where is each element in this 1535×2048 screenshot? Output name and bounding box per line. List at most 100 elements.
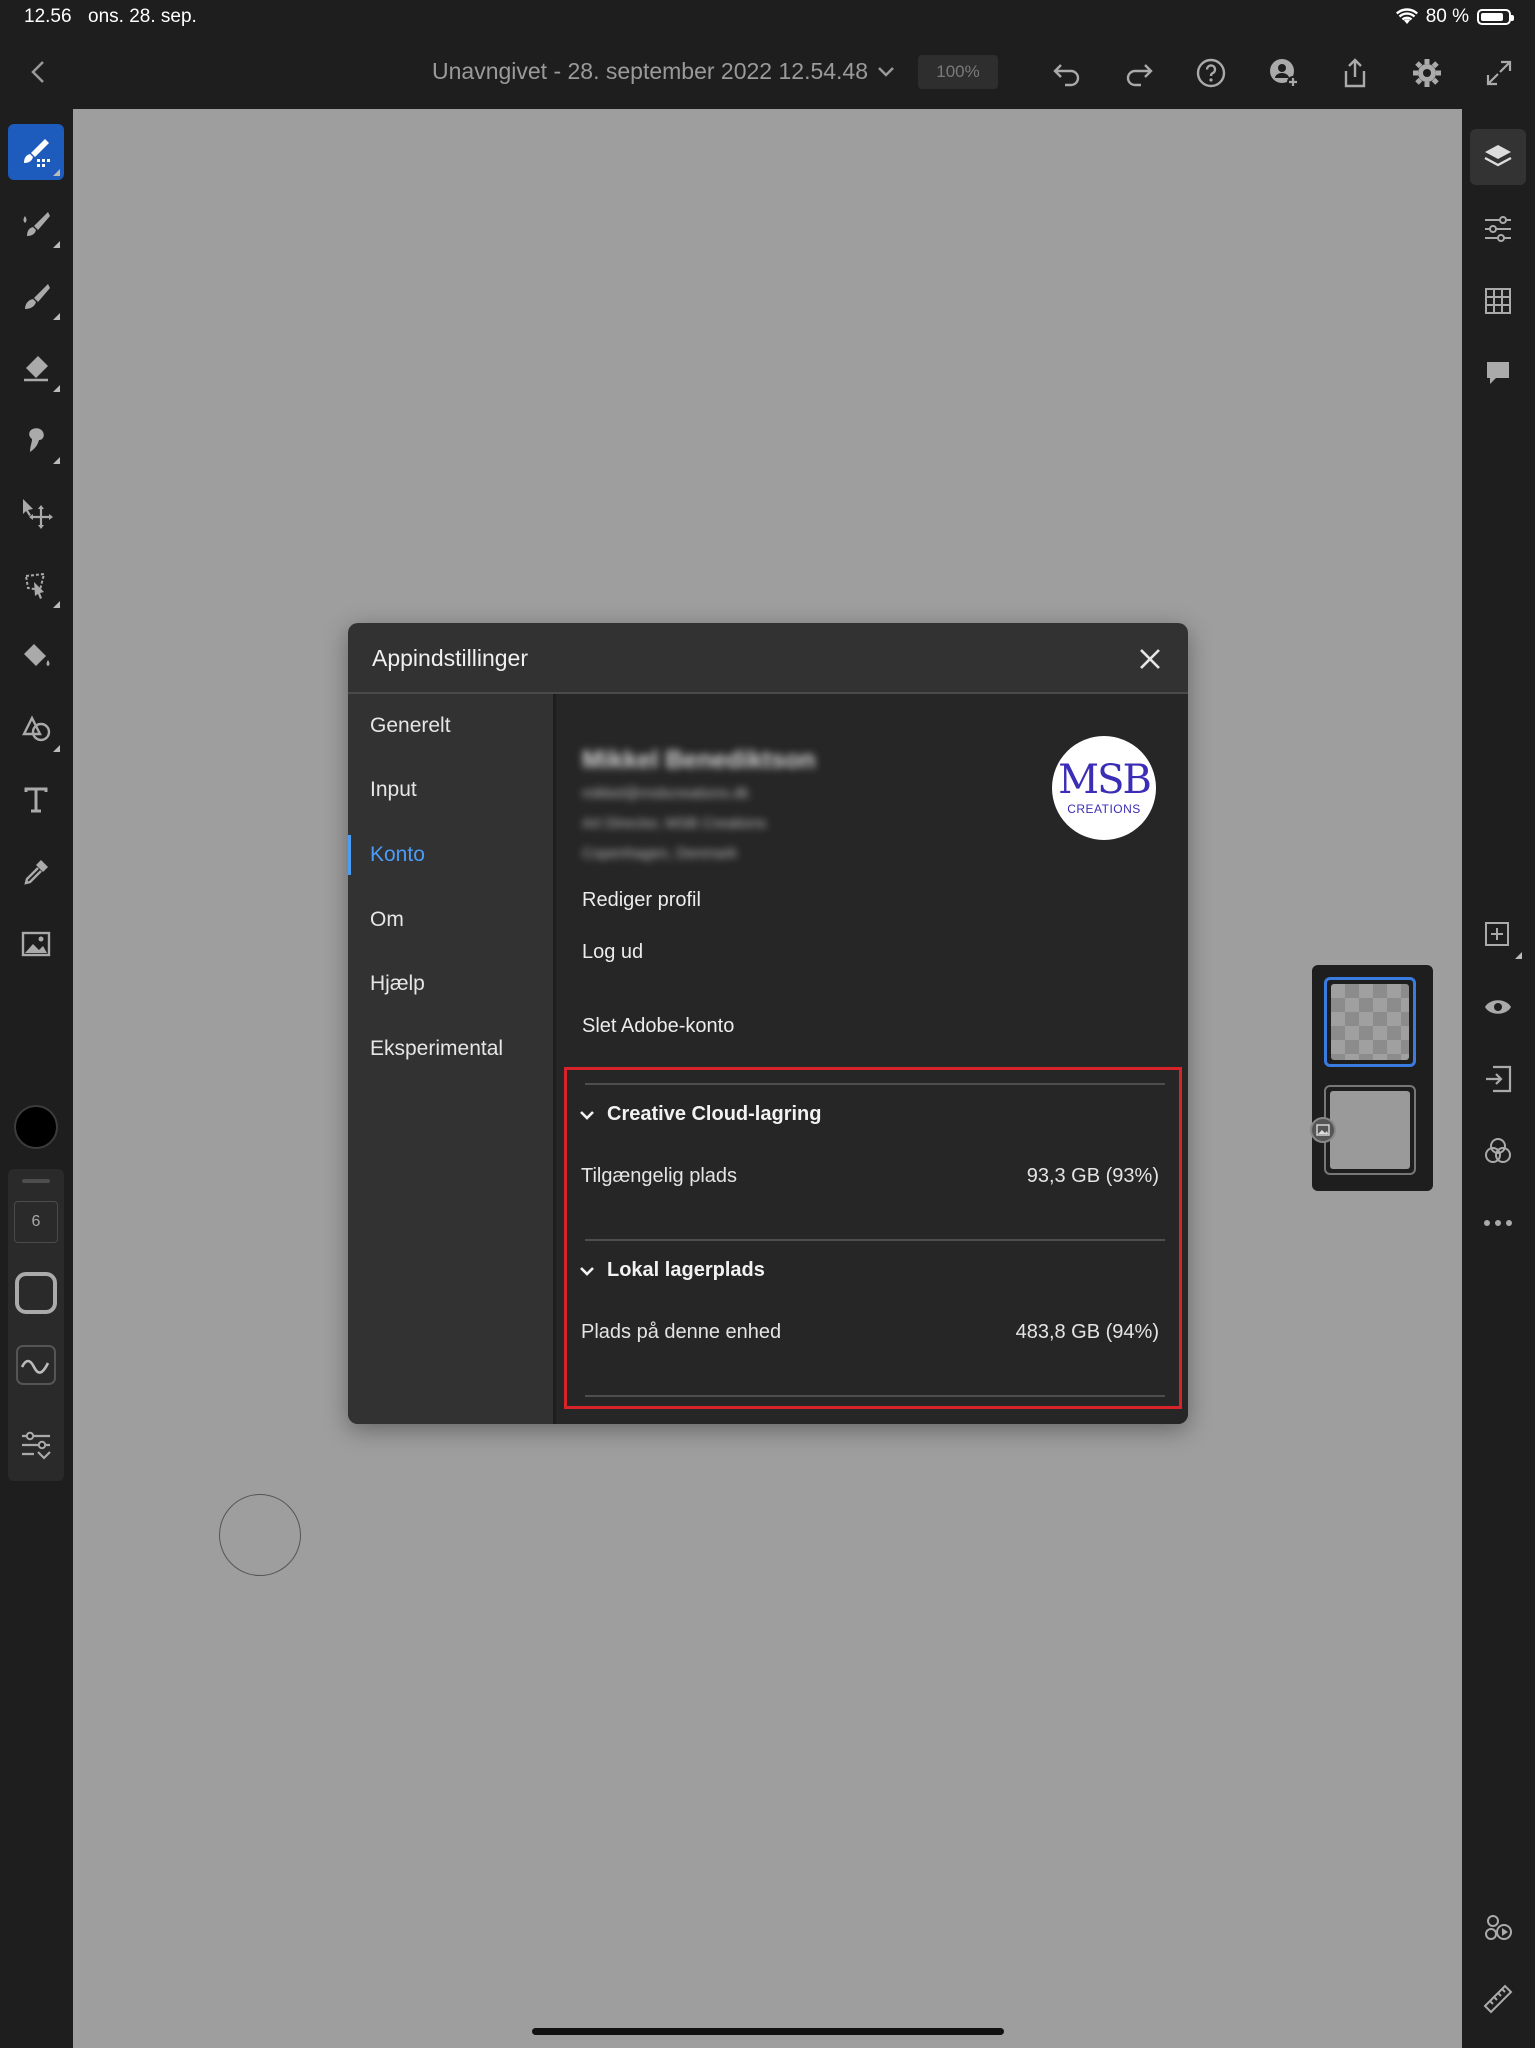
divider xyxy=(585,1395,1165,1397)
layers-icon xyxy=(1484,145,1512,167)
submenu-indicator xyxy=(53,385,60,392)
local-storage-title: Lokal lagerplads xyxy=(607,1259,765,1281)
help-button[interactable] xyxy=(1192,54,1230,92)
settings-button[interactable] xyxy=(1408,54,1446,92)
divider xyxy=(585,1239,1165,1241)
more-button[interactable] xyxy=(1470,1195,1526,1251)
brush-size-field[interactable]: 6 xyxy=(14,1201,58,1243)
close-icon xyxy=(1140,649,1160,669)
livestream-button[interactable] xyxy=(1470,1899,1526,1955)
more-icon xyxy=(1484,1220,1512,1226)
color-swatch[interactable] xyxy=(14,1105,58,1149)
add-layer-button[interactable] xyxy=(1470,907,1526,963)
tool-options-button[interactable] xyxy=(12,1421,60,1469)
sliders-icon xyxy=(22,1431,51,1460)
visibility-button[interactable] xyxy=(1470,979,1526,1035)
edit-profile-link[interactable]: Rediger profil xyxy=(582,889,701,912)
tool-selection[interactable] xyxy=(8,556,64,612)
status-bar: 12.56 ons. 28. sep. 80 % xyxy=(0,0,1535,36)
profile-location: Copenhagen, Denmark xyxy=(582,845,738,862)
delete-account-link[interactable]: Slet Adobe-konto xyxy=(582,1015,734,1038)
lasso-icon xyxy=(24,572,46,599)
cloud-available-label: Tilgængelig plads xyxy=(581,1165,738,1187)
brush-settings-group: 6 xyxy=(8,1169,64,1481)
title-dropdown-button[interactable] xyxy=(872,58,900,86)
cloud-storage-header[interactable]: Creative Cloud-lagring xyxy=(579,1103,821,1126)
shape-icon xyxy=(22,715,51,742)
drag-handle[interactable] xyxy=(22,1179,50,1183)
nav-about[interactable]: Om xyxy=(348,894,553,946)
invite-button[interactable] xyxy=(1265,54,1303,92)
eye-icon xyxy=(1485,1000,1511,1014)
import-button[interactable] xyxy=(1470,1051,1526,1107)
nav-general[interactable]: Generelt xyxy=(348,700,553,752)
submenu-indicator xyxy=(53,169,60,176)
tool-fill[interactable] xyxy=(8,628,64,684)
tool-eyedropper[interactable] xyxy=(8,844,64,900)
image-layer-badge xyxy=(1310,1117,1336,1143)
local-device-label: Plads på denne enhed xyxy=(581,1321,782,1343)
move-icon xyxy=(23,499,53,529)
blend-icon xyxy=(1485,1138,1511,1163)
pixel-brush-icon xyxy=(24,139,50,167)
tool-shape[interactable] xyxy=(8,700,64,756)
tool-eraser[interactable] xyxy=(8,340,64,396)
nav-help[interactable]: Hjælp xyxy=(348,958,553,1010)
comments-button[interactable] xyxy=(1470,345,1526,401)
nav-account[interactable]: Konto xyxy=(348,829,553,881)
adjustments-icon xyxy=(1485,216,1511,242)
tool-text[interactable] xyxy=(8,772,64,828)
tool-pixel-brush[interactable] xyxy=(8,124,64,180)
livestream-icon xyxy=(1485,1915,1512,1940)
profile-name: Mikkel Benediktson xyxy=(582,746,816,774)
paint-bucket-icon xyxy=(24,644,50,666)
undo-icon xyxy=(1053,64,1080,87)
document-title[interactable]: Unavngivet - 28. september 2022 12.54.48 xyxy=(432,58,868,85)
logout-link[interactable]: Log ud xyxy=(582,941,643,964)
dialog-title: Appindstillinger xyxy=(372,645,528,671)
layers-panel xyxy=(1310,965,1433,1191)
zoom-level[interactable]: 100% xyxy=(918,55,998,89)
wave-icon xyxy=(16,1345,56,1385)
brush-tip-icon xyxy=(15,1272,57,1314)
close-button[interactable] xyxy=(1134,643,1166,675)
battery-percent: 80 % xyxy=(1425,6,1469,27)
brush-shape-button[interactable] xyxy=(12,1269,60,1317)
grid-button[interactable] xyxy=(1470,273,1526,329)
local-storage-header[interactable]: Lokal lagerplads xyxy=(579,1259,765,1282)
properties-button[interactable] xyxy=(1470,201,1526,257)
redo-icon xyxy=(1126,64,1153,87)
dialog-header: Appindstillinger xyxy=(348,623,1188,694)
ruler-button[interactable] xyxy=(1470,1971,1526,2027)
tool-smudge[interactable] xyxy=(8,412,64,468)
submenu-indicator xyxy=(1515,952,1522,959)
fullscreen-button[interactable] xyxy=(1480,54,1518,92)
cloud-available-value: 93,3 GB (93%) xyxy=(1026,1165,1159,1187)
layer-thumbnail-selected[interactable] xyxy=(1324,977,1416,1067)
submenu-indicator xyxy=(53,241,60,248)
status-right: 80 % xyxy=(1395,6,1514,28)
nav-experimental[interactable]: Eksperimental xyxy=(348,1023,553,1075)
blend-button[interactable] xyxy=(1470,1123,1526,1179)
tool-image[interactable] xyxy=(8,916,64,972)
layer-thumbnail-background[interactable] xyxy=(1324,1085,1416,1175)
stroke-settings-button[interactable] xyxy=(12,1341,60,1389)
chevron-left-icon xyxy=(31,61,44,83)
back-button[interactable] xyxy=(20,54,56,90)
chevron-down-icon xyxy=(580,1266,594,1276)
nav-input[interactable]: Input xyxy=(348,764,553,816)
comment-icon xyxy=(1487,362,1509,384)
tool-move[interactable] xyxy=(8,484,64,540)
tool-vector-brush[interactable] xyxy=(8,268,64,324)
tool-live-brush[interactable] xyxy=(8,196,64,252)
undo-button[interactable] xyxy=(1048,54,1086,92)
redo-button[interactable] xyxy=(1120,54,1158,92)
settings-nav: Generelt Input Konto Om Hjælp Eksperimen… xyxy=(348,694,556,1424)
layers-button[interactable] xyxy=(1470,129,1526,185)
help-icon xyxy=(1196,58,1226,88)
background-fill xyxy=(1330,1091,1410,1169)
share-button[interactable] xyxy=(1336,54,1374,92)
submenu-indicator xyxy=(53,601,60,608)
local-device-value: 483,8 GB (94%) xyxy=(1015,1321,1159,1343)
home-indicator[interactable] xyxy=(532,2028,1004,2035)
